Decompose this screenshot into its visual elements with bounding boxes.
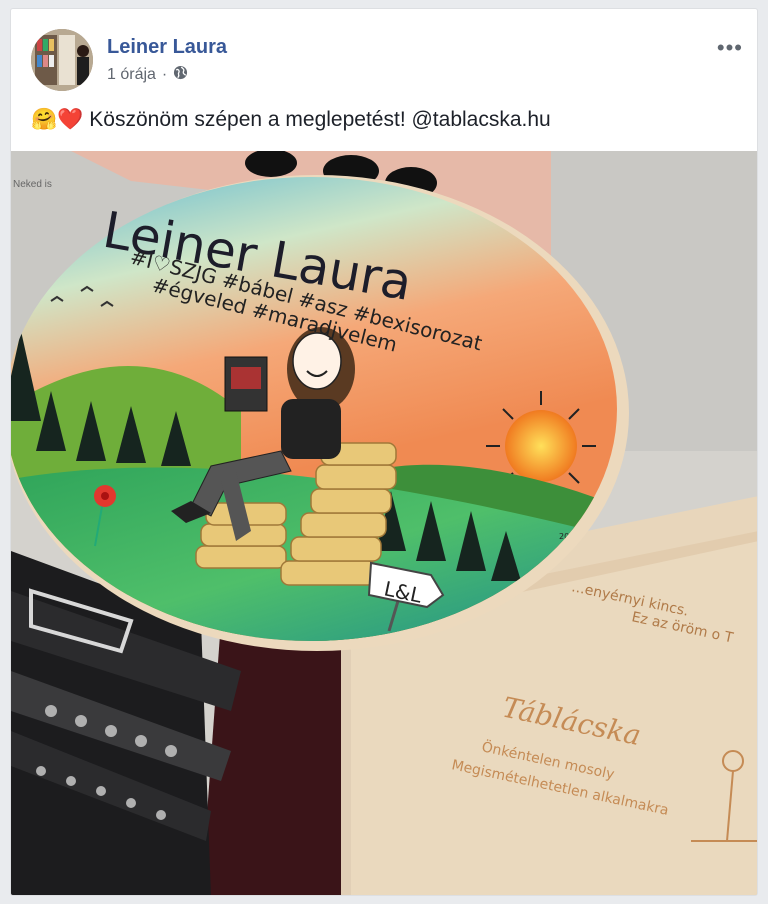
more-options-icon[interactable]: ••• <box>717 35 743 61</box>
author-name[interactable]: Leiner Laura <box>107 36 227 59</box>
photo-illustration: Neked is ...enyérnyi kincs. Ez az öröm o… <box>11 151 757 895</box>
post-body-text: Köszönöm szépen a meglepetést! @tablacsk… <box>89 108 551 131</box>
post-text-row: 🤗❤️ Köszönöm szépen a meglepetést! @tabl… <box>31 108 551 132</box>
avatar[interactable] <box>31 29 93 91</box>
avatar-image <box>31 29 93 91</box>
globe-icon <box>173 65 188 85</box>
post-photo[interactable]: Neked is ...enyérnyi kincs. Ez az öröm o… <box>11 151 757 895</box>
meta-separator: · <box>161 66 168 83</box>
sun-icon <box>505 410 577 482</box>
post-time[interactable]: 1 órája <box>107 66 156 84</box>
emoji-hug-heart: 🤗❤️ <box>31 108 84 131</box>
post-card: Leiner Laura 1 órája · ••• 🤗❤️ Köszönöm … <box>10 8 758 896</box>
post-meta: 1 órája · <box>107 65 188 85</box>
paper-text: Neked is <box>13 179 52 190</box>
